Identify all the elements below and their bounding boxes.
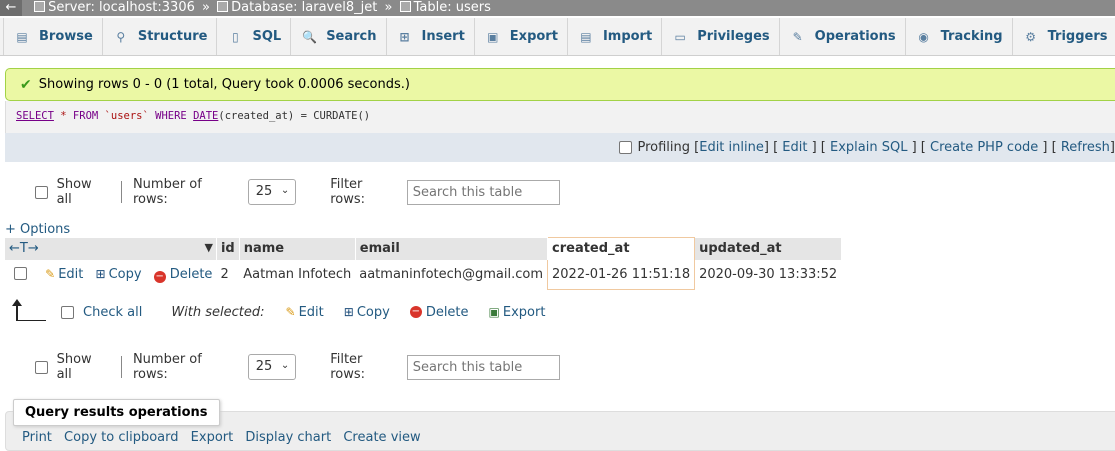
back-arrow-icon[interactable]: ← (0, 0, 22, 16)
tab-structure[interactable]: ⚲ Structure (103, 18, 218, 55)
column-header-created-at[interactable]: created_at (547, 237, 696, 260)
print-link[interactable]: Print (22, 430, 52, 445)
export-link[interactable]: Export (191, 430, 234, 445)
chevron-down-icon: ⌄ (280, 360, 290, 371)
arrow-up-icon (12, 299, 46, 321)
copy-to-clipboard-link[interactable]: Copy to clipboard (64, 430, 178, 445)
tab-export[interactable]: ▣ Export (475, 18, 568, 55)
check-icon: ✔ (20, 76, 32, 93)
server-icon (34, 1, 46, 12)
privileges-icon: ▭ (674, 29, 686, 44)
tab-insert[interactable]: ⊞ Insert (387, 18, 475, 55)
search-icon: 🔍 (302, 29, 318, 44)
breadcrumb-server[interactable]: Server: localhost:3306 (34, 0, 195, 16)
bulk-edit-button[interactable]: ✎ Edit (286, 305, 324, 320)
table-icon (399, 1, 411, 12)
cell-id[interactable]: 2 (216, 260, 239, 290)
refresh-link[interactable]: Refresh (1061, 140, 1110, 155)
show-all-checkbox[interactable] (35, 360, 48, 374)
row-copy-link[interactable]: ⊞ Copy (96, 267, 142, 282)
column-arrows-header: ←T→ ▼ (5, 237, 217, 260)
navigation-row-top: Show all Number of rows: 25 ⌄ Filter rows… (0, 177, 561, 207)
profiling-checkbox[interactable] (619, 141, 633, 154)
delete-icon: − (153, 270, 166, 283)
tab-operations[interactable]: ✎ Operations (780, 18, 906, 55)
navigation-row-bottom: Show all Number of rows: 25 ⌄ Filter rows… (0, 352, 561, 382)
options-link[interactable]: + Options (5, 222, 70, 237)
eye-icon: ◉ (918, 29, 929, 44)
table-row: ✎ Edit ⊞ Copy − Delete 2 Aatman Infotech aa… (5, 259, 842, 290)
explain-sql-link[interactable]: Explain SQL (830, 140, 907, 155)
main-tabs: ▤ Browse ⚲ Structure ▯ SQL 🔍 Search ⊞ Insert … (0, 18, 1115, 56)
export-icon: ▣ (487, 29, 499, 44)
export-icon: ▣ (488, 305, 500, 319)
check-all-checkbox[interactable] (61, 305, 74, 319)
tab-tracking[interactable]: ◉ Tracking (906, 18, 1013, 55)
query-results-links: Print Copy to clipboard Export Display c… (22, 430, 429, 445)
breadcrumb: ← Server: localhost:3306 » Database: lar… (0, 0, 1115, 16)
create-view-link[interactable]: Create view (343, 430, 420, 445)
create-php-code-link[interactable]: Create PHP code (930, 140, 1038, 155)
import-icon: ▤ (580, 29, 592, 44)
bulk-delete-button[interactable]: − Delete (409, 305, 469, 320)
browse-icon: ▤ (16, 29, 28, 44)
pencil-icon: ✎ (285, 305, 296, 319)
triggers-icon: ⚙ (1025, 29, 1036, 44)
tab-sql[interactable]: ▯ SQL (217, 18, 292, 55)
column-header-email[interactable]: email (355, 237, 549, 260)
column-header-id[interactable]: id (216, 237, 240, 260)
success-message: ✔ Showing rows 0 - 0 (1 total, Query too… (5, 68, 1115, 101)
rows-per-page-select[interactable]: 25 ⌄ (247, 354, 297, 380)
bulk-actions-row: Check all With selected: ✎ Edit ⊞ Copy − De… (0, 298, 600, 326)
copy-icon: ⊞ (343, 305, 354, 319)
display-chart-link[interactable]: Display chart (245, 430, 331, 445)
edit-inline-link[interactable]: Edit inline (699, 140, 764, 155)
edit-link[interactable]: Edit (782, 140, 807, 155)
delete-icon: − (409, 306, 422, 318)
show-all-checkbox[interactable] (35, 185, 48, 199)
query-results-operations-legend: Query results operations (13, 399, 220, 426)
bulk-copy-button[interactable]: ⊞ Copy (344, 305, 390, 320)
results-table: ←T→ ▼ id name email created_at updated_a… (5, 237, 842, 290)
database-icon (217, 1, 229, 12)
chevron-down-icon: ⌄ (280, 185, 290, 196)
column-header-name[interactable]: name (239, 237, 356, 260)
bulk-export-button[interactable]: ▣ Export (489, 305, 546, 320)
row-checkbox[interactable] (14, 266, 27, 280)
breadcrumb-database[interactable]: Database: laravel8_jet (217, 0, 377, 16)
tab-search[interactable]: 🔍 Search (291, 18, 387, 55)
cell-updated-at[interactable]: 2020-09-30 13:33:52 (695, 260, 842, 290)
pencil-icon: ✎ (45, 266, 56, 281)
filter-rows-input[interactable]: Search this table (406, 354, 561, 380)
tab-browse[interactable]: ▤ Browse (3, 18, 103, 55)
rows-per-page-select[interactable]: 25 ⌄ (247, 179, 297, 205)
cell-email[interactable]: aatmaninfotech@gmail.com (355, 260, 547, 290)
tab-import[interactable]: ▤ Import (568, 18, 663, 55)
sql-icon: ▯ (232, 29, 239, 44)
tab-privileges[interactable]: ▭ Privileges (662, 18, 780, 55)
sort-triangle-icon[interactable]: ▼ (204, 241, 212, 254)
row-edit-link[interactable]: ✎ Edit (45, 267, 83, 282)
breadcrumb-table[interactable]: Table: users (399, 0, 491, 16)
filter-rows-input[interactable]: Search this table (406, 179, 561, 205)
structure-icon: ⚲ (116, 29, 126, 44)
sql-query-box: SELECT * FROM `users` WHERE DATE(created… (5, 101, 1115, 133)
profiling-bar: Profiling [Edit inline] [ Edit ] [ Expla… (5, 133, 1115, 162)
table-header-row: ←T→ ▼ id name email created_at updated_a… (5, 237, 842, 260)
column-header-updated-at[interactable]: updated_at (694, 237, 842, 260)
cell-name[interactable]: Aatman Infotech (239, 260, 355, 290)
insert-icon: ⊞ (399, 29, 410, 44)
cell-created-at[interactable]: 2022-01-26 11:51:18 (547, 259, 696, 290)
row-delete-link[interactable]: − Delete (153, 267, 212, 283)
check-all-label[interactable]: Check all (83, 305, 142, 320)
tab-triggers[interactable]: ⚙ Triggers (1013, 18, 1115, 55)
wrench-icon: ✎ (792, 29, 803, 44)
copy-icon: ⊞ (95, 266, 106, 281)
